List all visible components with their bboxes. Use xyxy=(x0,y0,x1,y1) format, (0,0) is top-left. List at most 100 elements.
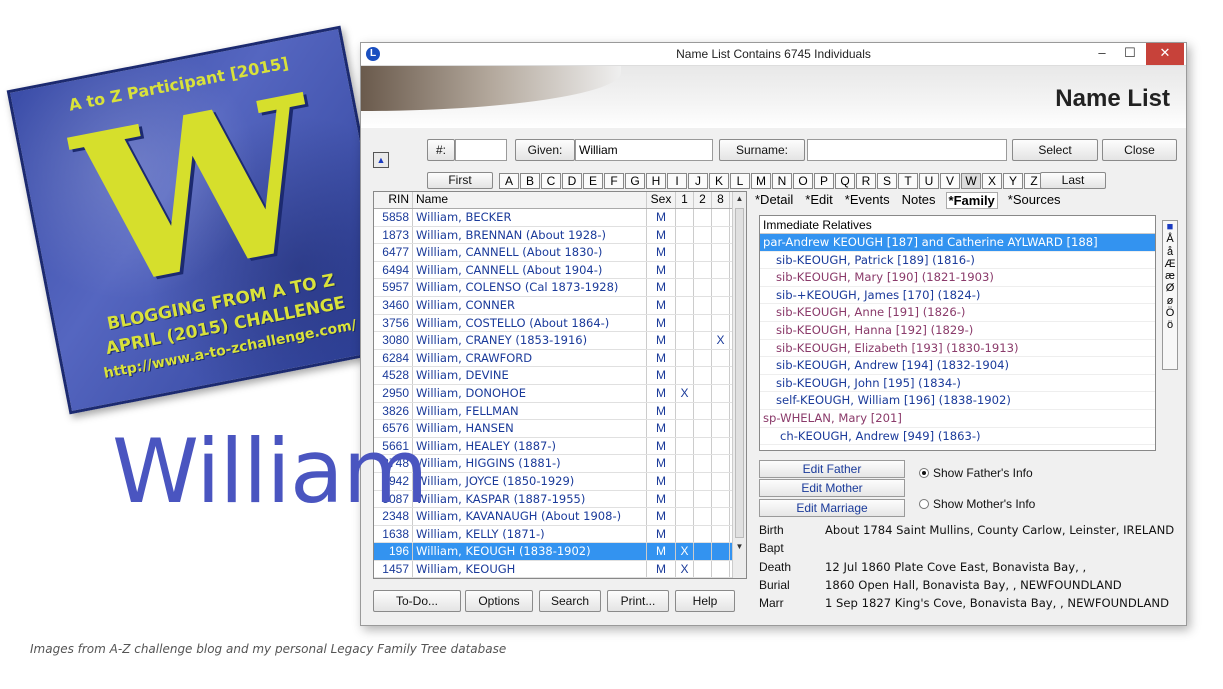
letter-button-k[interactable]: K xyxy=(709,173,729,189)
relative-item[interactable]: sib-KEOUGH, Mary [190] (1821-1903) xyxy=(760,269,1155,287)
surname-input[interactable] xyxy=(807,139,1007,161)
special-char-button[interactable]: æ xyxy=(1163,270,1177,282)
letter-button-a[interactable]: A xyxy=(499,173,519,189)
header-sex[interactable]: Sex xyxy=(647,192,676,208)
letter-button-o[interactable]: O xyxy=(793,173,813,189)
radio-unselected-icon[interactable] xyxy=(919,499,929,509)
close-window-button[interactable]: ✕ xyxy=(1146,43,1184,65)
select-button[interactable]: Select xyxy=(1012,139,1098,161)
letter-button-p[interactable]: P xyxy=(814,173,834,189)
letter-button-g[interactable]: G xyxy=(625,173,645,189)
table-row[interactable]: 3756 William, COSTELLO (About 1864-) M xyxy=(374,314,746,333)
special-char-button[interactable]: ö xyxy=(1163,319,1177,331)
table-row[interactable]: 6284 William, CRAWFORD M xyxy=(374,349,746,368)
first-button[interactable]: First xyxy=(427,172,493,189)
special-char-button[interactable]: Ø xyxy=(1163,282,1177,294)
number-button[interactable]: #: xyxy=(427,139,455,161)
letter-button-t[interactable]: T xyxy=(898,173,918,189)
letter-button-u[interactable]: U xyxy=(919,173,939,189)
table-row[interactable]: 5661 William, HEALEY (1887-) M xyxy=(374,437,746,456)
help-button[interactable]: Help xyxy=(675,590,735,612)
table-row[interactable]: 2942 William, JOYCE (1850-1929) M xyxy=(374,472,746,491)
table-row[interactable]: 1638 William, KELLY (1871-) M xyxy=(374,525,746,544)
relative-item[interactable]: sib-KEOUGH, Patrick [189] (1816-) xyxy=(760,252,1155,270)
letter-button-i[interactable]: I xyxy=(667,173,687,189)
special-char-button[interactable]: ■ xyxy=(1163,221,1177,233)
table-row[interactable]: 196 William, KEOUGH (1838-1902) M X xyxy=(374,543,746,561)
table-row[interactable]: 3826 William, FELLMAN M xyxy=(374,402,746,421)
letter-button-q[interactable]: Q xyxy=(835,173,855,189)
tab-sources[interactable]: *Sources xyxy=(1006,192,1063,209)
scroll-up-arrow-icon[interactable]: ▲ xyxy=(733,192,746,206)
letter-button-w[interactable]: W xyxy=(961,173,981,189)
header-col-1[interactable]: 1 xyxy=(676,192,694,208)
edit-father-button[interactable]: Edit Father xyxy=(759,460,905,478)
letter-button-y[interactable]: Y xyxy=(1003,173,1023,189)
relative-item[interactable]: sib-+KEOUGH, James [170] (1824-) xyxy=(760,287,1155,305)
tab-notes[interactable]: Notes xyxy=(900,192,938,209)
table-row[interactable]: 5957 William, COLENSO (Cal 1873-1928) M xyxy=(374,279,746,297)
scroll-up-icon[interactable]: ▲ xyxy=(373,152,389,168)
tab-edit[interactable]: *Edit xyxy=(803,192,834,209)
minimize-button[interactable]: – xyxy=(1088,43,1116,65)
edit-mother-button[interactable]: Edit Mother xyxy=(759,479,905,497)
special-char-button[interactable]: Å xyxy=(1163,233,1177,245)
show-mother-radio[interactable]: Show Mother's Info xyxy=(919,497,1035,511)
table-row[interactable]: 1873 William, BRENNAN (About 1928-) M xyxy=(374,226,746,245)
table-row[interactable]: 2950 William, DONOHOE M X xyxy=(374,384,746,403)
table-row[interactable]: 3748 William, HIGGINS (1881-) M xyxy=(374,455,746,473)
radio-selected-icon[interactable] xyxy=(919,468,929,478)
table-row[interactable]: 2348 William, KAVANAUGH (About 1908-) M xyxy=(374,508,746,526)
search-button[interactable]: Search xyxy=(539,590,601,612)
number-input[interactable] xyxy=(455,139,507,161)
letter-button-h[interactable]: H xyxy=(646,173,666,189)
surname-button[interactable]: Surname: xyxy=(719,139,805,161)
table-row[interactable]: 6576 William, HANSEN M xyxy=(374,420,746,438)
letter-button-m[interactable]: M xyxy=(751,173,771,189)
relative-item[interactable]: sp-WHELAN, Mary [201] xyxy=(760,410,1155,428)
close-button[interactable]: Close xyxy=(1102,139,1177,161)
edit-marriage-button[interactable]: Edit Marriage xyxy=(759,499,905,517)
letter-button-v[interactable]: V xyxy=(940,173,960,189)
header-col-2[interactable]: 2 xyxy=(694,192,712,208)
relative-item[interactable]: sib-KEOUGH, Hanna [192] (1829-) xyxy=(760,322,1155,340)
tab-detail[interactable]: *Detail xyxy=(753,192,795,209)
special-char-button[interactable]: å xyxy=(1163,246,1177,258)
relative-item[interactable]: sib-KEOUGH, Andrew [194] (1832-1904) xyxy=(760,357,1155,375)
table-row[interactable]: 1457 William, KEOUGH M X xyxy=(374,560,746,578)
letter-button-e[interactable]: E xyxy=(583,173,603,189)
letter-button-f[interactable]: F xyxy=(604,173,624,189)
letter-button-x[interactable]: X xyxy=(982,173,1002,189)
table-row[interactable]: 6477 William, CANNELL (About 1830-) M xyxy=(374,244,746,262)
letter-button-c[interactable]: C xyxy=(541,173,561,189)
letter-button-d[interactable]: D xyxy=(562,173,582,189)
letter-button-b[interactable]: B xyxy=(520,173,540,189)
tab-events[interactable]: *Events xyxy=(843,192,892,209)
header-col-8[interactable]: 8 xyxy=(712,192,730,208)
scroll-thumb[interactable] xyxy=(735,208,744,538)
special-char-button[interactable]: Ö xyxy=(1163,307,1177,319)
print-button[interactable]: Print... xyxy=(607,590,669,612)
letter-button-n[interactable]: N xyxy=(772,173,792,189)
table-row[interactable]: 3460 William, CONNER M xyxy=(374,296,746,315)
maximize-button[interactable]: ☐ xyxy=(1116,43,1144,65)
show-father-radio[interactable]: Show Father's Info xyxy=(919,466,1033,480)
relative-item[interactable]: sib-KEOUGH, Elizabeth [193] (1830-1913) xyxy=(760,340,1155,358)
given-input[interactable]: William xyxy=(575,139,713,161)
header-name[interactable]: Name xyxy=(413,192,647,208)
relative-item[interactable]: sib-KEOUGH, Anne [191] (1826-) xyxy=(760,304,1155,322)
letter-button-s[interactable]: S xyxy=(877,173,897,189)
special-char-button[interactable]: Æ xyxy=(1163,258,1177,270)
table-row[interactable]: 3080 William, CRANEY (1853-1916) M X xyxy=(374,332,746,350)
given-button[interactable]: Given: xyxy=(515,139,575,161)
relative-item[interactable]: par-Andrew KEOUGH [187] and Catherine AY… xyxy=(760,234,1155,252)
scroll-down-arrow-icon[interactable]: ▼ xyxy=(733,540,746,554)
table-row[interactable]: 5858 William, BECKER M xyxy=(374,209,746,227)
tab-family[interactable]: *Family xyxy=(945,192,998,209)
relative-item[interactable]: ch-KEOUGH, Andrew [949] (1863-) xyxy=(760,428,1155,446)
special-char-button[interactable]: ø xyxy=(1163,295,1177,307)
header-rin[interactable]: RIN xyxy=(374,192,413,208)
letter-button-l[interactable]: L xyxy=(730,173,750,189)
relative-item[interactable]: sib-KEOUGH, John [195] (1834-) xyxy=(760,375,1155,393)
options-button[interactable]: Options xyxy=(465,590,533,612)
